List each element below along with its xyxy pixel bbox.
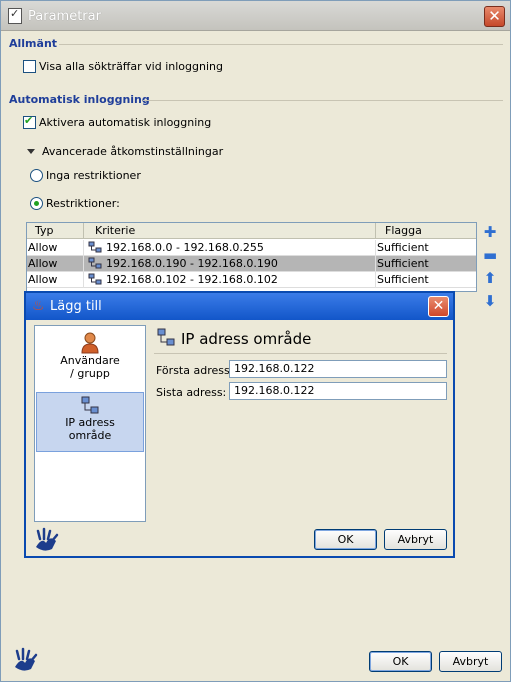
column-header-criteria[interactable]: Kriterie [95,224,135,237]
auto-login-section-title: Automatisk inloggning [9,93,150,106]
row-type: Allow [28,241,58,254]
no-restrictions-radio[interactable] [30,169,43,182]
row-type: Allow [28,257,58,270]
dialog-ok-button[interactable]: OK [314,529,377,550]
user-icon [81,332,99,354]
list-item-ip-range[interactable]: IP adress område [36,392,144,452]
column-divider [83,240,84,256]
ok-button[interactable]: OK [369,651,432,672]
close-icon: ✕ [488,7,501,25]
network-icon [88,257,102,269]
restrictions-table: Typ Kriterie Flagga Allow 192.168.0.0 - … [26,222,477,292]
column-divider [375,240,376,256]
list-item-label-line2: / grupp [70,367,110,380]
table-row[interactable]: Allow 192.168.0.102 - 192.168.0.102 Suff… [27,272,476,288]
enable-auto-login-label: Aktivera automatisk inloggning [39,116,212,129]
show-all-hits-checkbox[interactable] [23,60,36,73]
java-icon: ♨ [32,298,45,314]
last-address-input[interactable]: 192.168.0.122 [229,382,447,400]
arrow-down-icon: ⬇ [483,292,497,310]
column-divider [375,272,376,288]
title-bar: Parametrar ✕ [1,1,510,31]
general-section-title: Allmänt [9,37,58,50]
dialog-cancel-button[interactable]: Avbryt [384,529,447,550]
window-title: Parametrar [28,9,101,24]
cancel-button[interactable]: Avbryt [439,651,502,672]
row-criteria: 192.168.0.102 - 192.168.0.102 [106,273,278,286]
remove-row-button[interactable]: ▬ [483,246,498,264]
list-item-label-line1: IP adress [65,416,115,429]
add-row-button[interactable]: ✚ [483,223,497,241]
network-icon [157,328,175,346]
table-row[interactable]: Allow 192.168.0.190 - 192.168.0.190 Suff… [27,256,476,272]
row-type: Allow [28,273,58,286]
move-down-button[interactable]: ⬇ [483,292,497,310]
hand-logo-icon [36,527,59,551]
advanced-settings-label[interactable]: Avancerade åtkomstinställningar [42,145,223,158]
app-icon [8,7,22,24]
close-icon: ✕ [432,298,445,314]
minus-icon: ▬ [483,246,498,264]
list-item-label-line2: område [68,429,112,442]
arrow-up-icon: ⬆ [483,269,497,287]
move-up-button[interactable]: ⬆ [483,269,497,287]
plus-icon: ✚ [483,223,497,241]
first-address-label: Första adress: [156,364,234,377]
expand-triangle-icon[interactable] [27,149,35,154]
column-divider [83,223,84,239]
dialog-close-button[interactable]: ✕ [428,296,449,317]
column-divider [375,223,376,239]
row-flag: Sufficient [377,273,429,286]
column-divider [375,256,376,272]
column-header-type[interactable]: Typ [35,224,54,237]
list-item-label-line1: Användare [60,354,120,367]
row-criteria: 192.168.0.0 - 192.168.0.255 [106,241,264,254]
dialog-title: Lägg till [50,299,102,314]
row-criteria: 192.168.0.190 - 192.168.0.190 [106,257,278,270]
table-header: Typ Kriterie Flagga [27,223,476,239]
auto-login-divider [143,100,503,101]
restrictions-label: Restriktioner: [46,197,120,210]
row-flag: Sufficient [377,257,429,270]
network-icon [88,241,102,253]
no-restrictions-label: Inga restriktioner [46,169,141,182]
dialog-heading: IP adress område [181,330,312,348]
close-button[interactable]: ✕ [484,6,505,27]
table-row[interactable]: Allow 192.168.0.0 - 192.168.0.255 Suffic… [27,240,476,256]
general-divider [59,44,503,45]
column-divider [83,272,84,288]
column-header-flag[interactable]: Flagga [385,224,422,237]
heading-divider [154,353,447,354]
enable-auto-login-checkbox[interactable] [23,114,36,129]
network-icon [88,273,102,285]
last-address-label: Sista adress: [156,386,227,399]
hand-logo-icon [15,647,38,671]
column-divider [83,256,84,272]
row-flag: Sufficient [377,241,429,254]
dialog-title-bar: ♨ Lägg till ✕ [26,293,453,320]
show-all-hits-label: Visa alla sökträffar vid inloggning [39,60,223,73]
network-icon [81,396,99,414]
restrictions-radio[interactable] [30,197,43,210]
list-item-user-group[interactable]: Användare / grupp [36,330,144,392]
type-list: Användare / grupp IP adress område [34,325,146,522]
add-dialog: ♨ Lägg till ✕ Användare / grupp IP adres… [24,291,455,558]
first-address-input[interactable]: 192.168.0.122 [229,360,447,378]
